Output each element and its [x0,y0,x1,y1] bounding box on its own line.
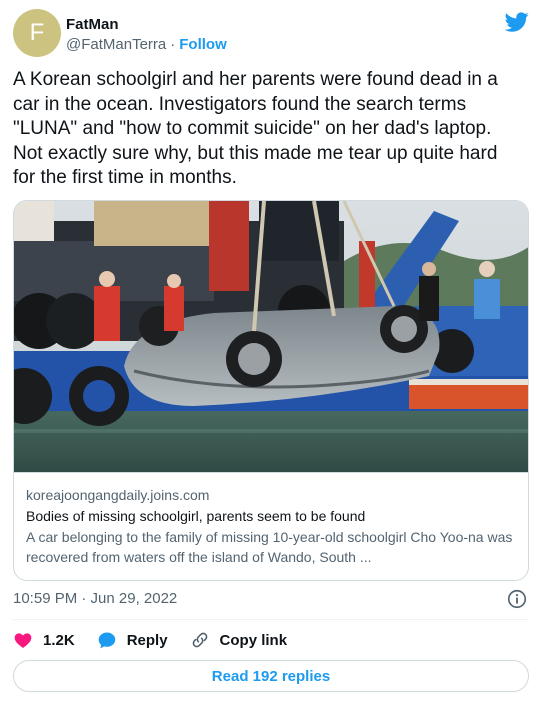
reply-bubble-icon [98,632,116,649]
author-name[interactable]: FatMan [66,16,119,33]
card-description: A car belonging to the family of missing… [26,529,513,565]
heart-icon [14,633,32,648]
card-body[interactable]: koreajoongangdaily.joins.com Bodies of m… [14,472,528,580]
reply-button[interactable]: Reply [97,630,168,650]
card-image[interactable] [14,201,528,472]
copy-link-label: Copy link [219,631,288,649]
tweet-timestamp[interactable]: 10:59 PM · Jun 29, 2022 [13,590,177,607]
avatar-letter: F [29,19,45,46]
avatar[interactable]: F [13,9,61,57]
separator-dot: · [170,36,176,53]
copy-link-button[interactable]: Copy link [190,630,288,650]
author-handle[interactable]: @FatManTerra [66,36,166,53]
handle-line: @FatManTerra · Follow [66,36,227,53]
tweet-header: F FatMan @FatManTerra · Follow [13,8,529,57]
card-domain: koreajoongangdaily.joins.com [26,487,210,503]
info-icon[interactable] [506,588,528,610]
link-icon [192,632,207,648]
link-card[interactable]: koreajoongangdaily.joins.com Bodies of m… [13,200,529,581]
like-count: 1.2K [43,631,75,649]
read-replies-button[interactable]: Read 192 replies [13,660,529,692]
card-title: Bodies of missing schoolgirl, parents se… [26,508,366,524]
car-salvage-photo [14,201,528,472]
divider [13,619,529,620]
action-bar: 1.2K Reply Copy link [13,628,309,652]
reply-label: Reply [126,631,168,649]
twitter-bird-icon[interactable] [505,10,529,34]
follow-button[interactable]: Follow [179,36,227,53]
like-button[interactable]: 1.2K [13,630,75,650]
tweet-text: A Korean schoolgirl and her parents were… [13,69,498,188]
